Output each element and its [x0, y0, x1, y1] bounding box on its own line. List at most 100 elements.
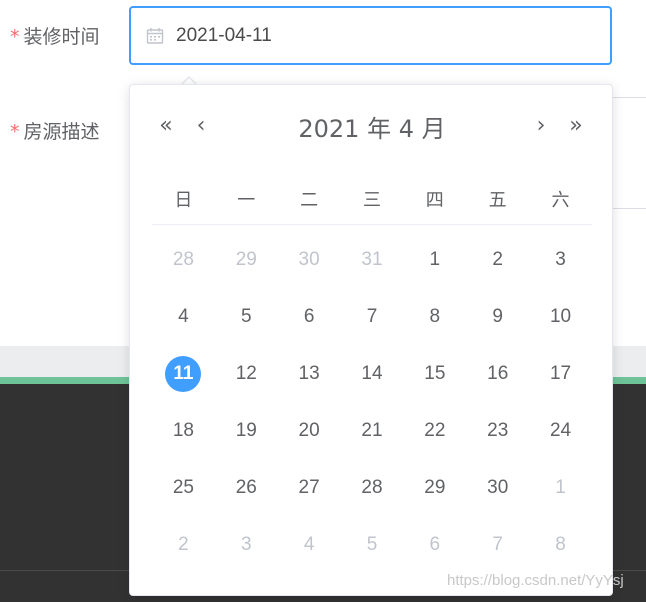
day-cell[interactable]: 16: [466, 345, 529, 402]
day-number: 30: [298, 248, 320, 270]
day-number: 22: [424, 419, 446, 441]
weekday-label: 四: [425, 190, 444, 211]
day-number: 25: [172, 476, 194, 498]
day-cell[interactable]: 7: [341, 288, 404, 345]
weekday-label: 五: [488, 190, 507, 211]
day-cell[interactable]: 20: [278, 402, 341, 459]
day-cell[interactable]: 24: [529, 402, 592, 459]
day-number: 4: [303, 533, 315, 555]
day-cell[interactable]: 23: [466, 402, 529, 459]
day-number: 11: [165, 355, 202, 392]
day-number: 1: [429, 248, 441, 270]
day-cell[interactable]: 30: [278, 231, 341, 288]
day-cell[interactable]: 5: [341, 516, 404, 573]
day-number: 20: [298, 419, 320, 441]
day-number: 28: [172, 248, 194, 270]
day-cell[interactable]: 4: [278, 516, 341, 573]
day-number: 8: [555, 533, 566, 555]
day-number: 17: [549, 362, 572, 384]
day-cell[interactable]: 29: [215, 231, 278, 288]
day-number: 12: [235, 362, 257, 384]
day-cell[interactable]: 2: [466, 231, 529, 288]
day-cell[interactable]: 27: [278, 459, 341, 516]
day-cell[interactable]: 29: [403, 459, 466, 516]
day-cell[interactable]: 8: [529, 516, 592, 573]
day-cell[interactable]: 2: [152, 516, 215, 573]
day-cell[interactable]: 3: [529, 231, 592, 288]
day-number: 24: [549, 419, 572, 441]
prev-month-button[interactable]: ‹: [189, 113, 213, 139]
day-cell[interactable]: 15: [403, 345, 466, 402]
day-number: 6: [429, 533, 441, 555]
day-cell[interactable]: 28: [341, 459, 404, 516]
day-number: 4: [178, 305, 189, 327]
label-text: 房源描述: [23, 121, 100, 143]
day-cell[interactable]: 13: [278, 345, 341, 402]
day-cell[interactable]: 19: [215, 402, 278, 459]
prev-year-button[interactable]: «: [154, 113, 178, 139]
date-picker-panel: 2021 年 4 月 « ‹ › » 日 一 二 三 四 五 六 28 29 30 3…: [129, 84, 613, 596]
day-number: 26: [235, 476, 257, 498]
day-cell[interactable]: 12: [215, 345, 278, 402]
day-cell[interactable]: 25: [152, 459, 215, 516]
day-cell[interactable]: 26: [215, 459, 278, 516]
day-cell[interactable]: 5: [215, 288, 278, 345]
day-cell[interactable]: 8: [403, 288, 466, 345]
day-cell[interactable]: 10: [529, 288, 592, 345]
day-cell[interactable]: 18: [152, 402, 215, 459]
day-cell[interactable]: 21: [341, 402, 404, 459]
day-number: 3: [240, 533, 252, 555]
weekday-label: 一: [237, 190, 256, 211]
required-mark: *: [10, 26, 20, 48]
required-mark: *: [10, 121, 20, 143]
next-month-button[interactable]: ›: [529, 113, 553, 139]
day-number: 29: [424, 476, 446, 498]
day-cell[interactable]: 1: [403, 231, 466, 288]
day-cell[interactable]: 4: [152, 288, 215, 345]
day-number: 16: [487, 362, 509, 384]
calendar-icon: [146, 27, 164, 45]
weekday-label: 日: [174, 190, 193, 211]
day-number: 9: [492, 305, 503, 327]
day-number: 6: [303, 305, 315, 327]
watermark: https://blog.csdn.net/YyYsj: [447, 572, 624, 589]
day-cell[interactable]: 6: [403, 516, 466, 573]
day-cell[interactable]: 7: [466, 516, 529, 573]
day-cell[interactable]: 3: [215, 516, 278, 573]
day-number: 19: [235, 419, 257, 441]
day-number: 30: [487, 476, 509, 498]
day-number: 29: [235, 248, 257, 270]
day-cell[interactable]: 9: [466, 288, 529, 345]
day-number: 23: [487, 419, 509, 441]
day-cell[interactable]: 30: [466, 459, 529, 516]
day-cell[interactable]: 22: [403, 402, 466, 459]
day-number: 8: [429, 305, 441, 327]
day-number: 13: [298, 362, 320, 384]
next-year-button[interactable]: »: [564, 113, 588, 139]
day-number: 3: [555, 248, 566, 270]
day-cell[interactable]: 1: [529, 459, 592, 516]
day-cell[interactable]: 6: [278, 288, 341, 345]
day-number: 5: [240, 305, 252, 327]
date-input-value: 2021-04-11: [176, 24, 272, 46]
day-cell-selected[interactable]: 11: [152, 345, 215, 402]
label-text: 装修时间: [23, 26, 100, 48]
day-number: 10: [549, 305, 572, 327]
day-cell[interactable]: 31: [341, 231, 404, 288]
day-number: 2: [492, 248, 503, 270]
day-number: 27: [298, 476, 320, 498]
form-label-decoration-time: * 装修时间: [10, 22, 100, 49]
day-number: 7: [366, 305, 378, 327]
day-number: 14: [361, 362, 383, 384]
day-number: 18: [172, 419, 194, 441]
day-number: 5: [366, 533, 378, 555]
weekday-label: 二: [300, 190, 319, 211]
form-label-listing-description: * 房源描述: [10, 117, 100, 144]
day-number: 7: [492, 533, 503, 555]
day-cell[interactable]: 17: [529, 345, 592, 402]
day-cell[interactable]: 14: [341, 345, 404, 402]
date-input[interactable]: 2021-04-11: [129, 6, 612, 65]
day-number: 2: [178, 533, 189, 555]
day-cell[interactable]: 28: [152, 231, 215, 288]
weekday-label: 三: [362, 190, 381, 211]
